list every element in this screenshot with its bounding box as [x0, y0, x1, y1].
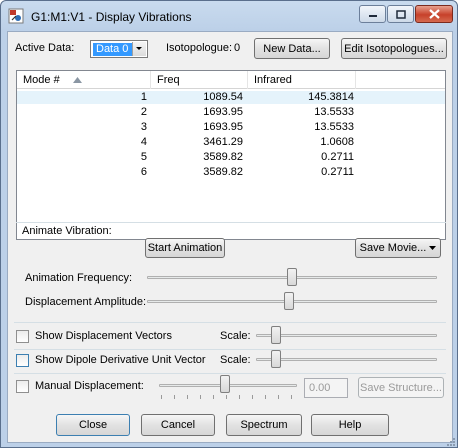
freq-cell: 1693.95	[203, 121, 243, 133]
freq-cell: 3589.82	[203, 151, 243, 163]
infrared-cell: 13.5533	[314, 106, 354, 118]
animation-frequency-slider-thumb[interactable]	[287, 268, 297, 286]
table-row[interactable]: 5 3589.82 0.2711	[17, 151, 445, 164]
show-displacement-vectors-label: Show Displacement Vectors	[35, 330, 172, 342]
animate-vibration-label: Animate Vibration:	[22, 225, 112, 237]
active-data-combobox[interactable]: Data 0	[90, 40, 148, 58]
mode-cell: 4	[140, 136, 147, 148]
column-header-freq[interactable]: Freq	[151, 71, 248, 89]
vectors-scale-slider-track[interactable]	[256, 334, 437, 337]
slider-tick	[291, 395, 292, 399]
maximize-button[interactable]	[387, 5, 414, 23]
column-header-mode[interactable]: Mode #	[17, 71, 151, 89]
manual-displacement-checkbox[interactable]	[16, 380, 29, 393]
section-divider	[14, 349, 446, 350]
dipole-scale-slider-track[interactable]	[256, 358, 437, 361]
column-header-label: Mode #	[23, 74, 60, 86]
close-icon	[428, 9, 440, 19]
minimize-button[interactable]	[359, 5, 386, 23]
freq-cell: 3461.29	[203, 136, 243, 148]
manual-displacement-label: Manual Displacement:	[35, 380, 144, 392]
infrared-cell: 145.3814	[308, 91, 354, 103]
slider-tick	[278, 395, 279, 399]
slider-tick	[187, 395, 188, 399]
show-dipole-derivative-checkbox[interactable]	[16, 354, 29, 367]
sort-ascending-icon	[73, 77, 82, 83]
show-displacement-vectors-checkbox[interactable]	[16, 330, 29, 343]
active-data-label: Active Data:	[15, 42, 75, 54]
infrared-cell: 0.2711	[321, 166, 354, 178]
displacement-amplitude-slider-thumb[interactable]	[284, 292, 295, 310]
dropdown-arrow[interactable]	[132, 42, 146, 56]
infrared-cell: 1.0608	[320, 136, 354, 148]
slider-tick	[252, 395, 253, 399]
close-button[interactable]: Close	[56, 414, 130, 436]
table-row[interactable]: 6 3589.82 0.2711	[17, 166, 445, 179]
close-window-button[interactable]	[415, 5, 453, 23]
mode-cell: 1	[140, 91, 147, 103]
cancel-button[interactable]: Cancel	[141, 414, 215, 436]
mode-cell: 6	[140, 166, 147, 178]
displacement-amplitude-label: Displacement Amplitude:	[25, 296, 147, 308]
table-row[interactable]: 4 3461.29 1.0608	[17, 136, 445, 149]
save-structure-button[interactable]: Save Structure...	[358, 377, 444, 398]
chevron-down-icon	[136, 47, 142, 50]
table-row[interactable]: 2 1693.95 13.5533	[17, 106, 445, 119]
slider-tick	[226, 395, 227, 399]
freq-cell: 1693.95	[203, 106, 243, 118]
slider-tick	[239, 395, 240, 399]
save-movie-button[interactable]: Save Movie...	[355, 238, 441, 258]
section-divider	[14, 373, 446, 374]
isotopologue-value: 0	[234, 42, 241, 54]
start-animation-button[interactable]: Start Animation	[145, 238, 225, 258]
column-header-label: Infrared	[254, 74, 292, 86]
vectors-scale-label: Scale:	[220, 330, 251, 342]
resize-grip-icon[interactable]	[446, 437, 456, 447]
maximize-icon	[395, 9, 406, 19]
infrared-cell: 13.5533	[314, 121, 354, 133]
column-header-label: Freq	[157, 74, 180, 86]
title-bar[interactable]: G1:M1:V1 - Display Vibrations	[1, 1, 457, 31]
dipole-scale-label: Scale:	[220, 354, 251, 366]
freq-cell: 1089.54	[203, 91, 243, 103]
column-header-infrared[interactable]: Infrared	[248, 71, 356, 89]
spectrum-button[interactable]: Spectrum	[226, 414, 302, 436]
animation-frequency-label: Animation Frequency:	[25, 272, 132, 284]
save-movie-label: Save Movie...	[359, 242, 427, 254]
slider-tick	[200, 395, 201, 399]
freq-cell: 3589.82	[203, 166, 243, 178]
slider-tick	[213, 395, 214, 399]
mode-cell: 5	[140, 151, 147, 163]
edit-isotopologues-button[interactable]: Edit Isotopologues...	[341, 38, 447, 59]
dropdown-arrow-icon	[429, 245, 437, 250]
isotopologue-label: Isotopologue:	[166, 42, 233, 54]
display-vibrations-window: G1:M1:V1 - Display Vibrations Active Dat…	[0, 0, 458, 448]
table-header: Mode # Freq Infrared	[17, 71, 445, 89]
help-button[interactable]: Help	[311, 414, 389, 436]
slider-tick	[265, 395, 266, 399]
slider-tick	[174, 395, 175, 399]
dialog-client-area: Active Data: Data 0 Isotopologue: 0 New …	[7, 31, 453, 443]
mode-cell: 3	[140, 121, 147, 133]
table-row[interactable]: 3 1693.95 13.5533	[17, 121, 445, 134]
gaussview-app-icon[interactable]	[8, 8, 24, 24]
mode-cell: 2	[140, 106, 147, 118]
minimize-icon	[368, 15, 377, 17]
active-data-value: Data 0	[93, 43, 133, 56]
manual-displacement-slider-thumb[interactable]	[220, 375, 230, 393]
vibration-modes-table[interactable]: Mode # Freq Infrared 1 1089.54 145.3814 …	[16, 70, 446, 240]
show-dipole-derivative-label: Show Dipole Derivative Unit Vector	[35, 354, 206, 366]
new-data-button[interactable]: New Data...	[254, 38, 330, 59]
slider-tick	[161, 395, 162, 399]
dipole-scale-slider-thumb[interactable]	[271, 350, 282, 368]
table-row[interactable]: 1 1089.54 145.3814	[17, 91, 445, 104]
window-title: G1:M1:V1 - Display Vibrations	[31, 10, 192, 24]
vectors-scale-slider-thumb[interactable]	[271, 326, 282, 344]
manual-displacement-input[interactable]: 0.00	[304, 378, 348, 398]
infrared-cell: 0.2711	[321, 151, 354, 163]
section-divider	[14, 322, 446, 323]
